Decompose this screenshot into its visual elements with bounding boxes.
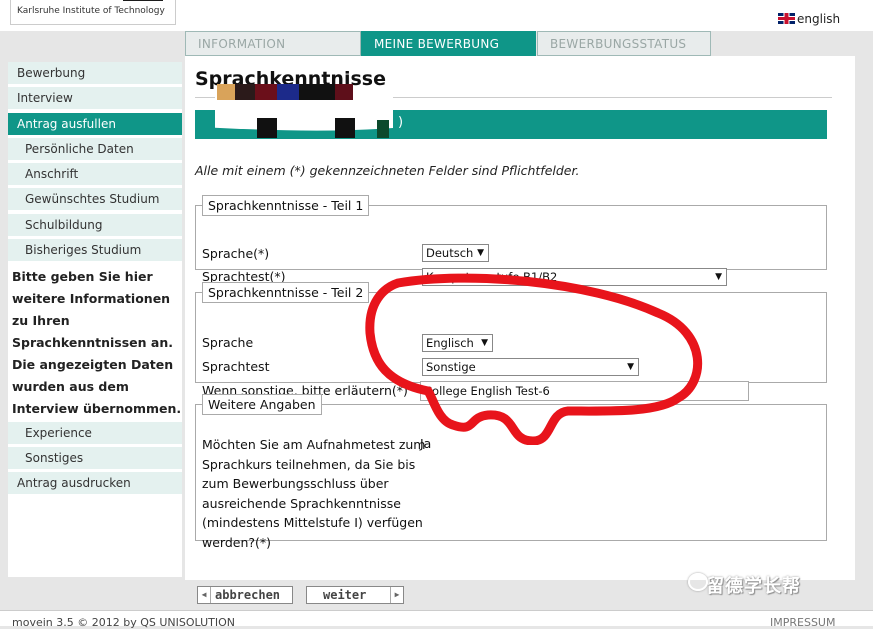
footer: movein 3.5 © 2012 by QS UNISOLUTION IMPR… — [0, 610, 873, 629]
dropdown-arrow-icon: ▼ — [477, 248, 484, 258]
language-label: Sprache(*) — [202, 246, 270, 261]
select-value: Deutsch — [426, 246, 474, 260]
select-value: Sonstige — [426, 360, 476, 374]
triangle-right-icon: ▶ — [390, 587, 403, 603]
impressum-link[interactable]: IMPRESSUM — [770, 616, 835, 629]
dropdown-arrow-icon: ▼ — [481, 338, 488, 348]
tab-information[interactable]: INFORMATION — [185, 31, 361, 56]
sidebar-item-anschrift[interactable]: Anschrift — [8, 163, 182, 185]
sidebar: Bewerbung Interview Antrag ausfullen Per… — [8, 62, 182, 577]
triangle-left-icon: ◀ — [198, 587, 211, 603]
sidebar-item-antrag-ausdrucken[interactable]: Antrag ausdrucken — [8, 472, 182, 494]
cancel-button-label: abbrechen — [215, 588, 281, 602]
progress-bar-text: ) — [398, 115, 404, 130]
language-test-select-2[interactable]: Sonstige ▼ — [422, 358, 639, 376]
footer-copyright: movein 3.5 © 2012 by QS UNISOLUTION — [12, 616, 235, 629]
watermark-text: 留德学长帮 — [706, 576, 801, 597]
required-fields-note: Alle mit einem (*) gekennzeichneten Feld… — [195, 163, 580, 178]
watermark-logo: 留德学长帮 — [688, 572, 801, 598]
logo-mark — [123, 0, 163, 1]
entrance-test-question: Möchten Sie am Aufnahmetest zum Sprachku… — [202, 437, 426, 550]
fieldset-legend: Weitere Angaben — [202, 394, 322, 415]
sidebar-item-gewuenschtes-studium[interactable]: Gewünschtes Studium — [8, 188, 182, 210]
fieldset-sprachkenntnisse-teil-1: Sprachkenntnisse - Teil 1 Sprache(*) Deu… — [195, 195, 827, 286]
fieldset-legend: Sprachkenntnisse - Teil 1 — [202, 195, 370, 216]
redaction-overlay — [215, 84, 393, 138]
sidebar-item-experience[interactable]: Experience — [8, 422, 182, 444]
sidebar-item-schulbildung[interactable]: Schulbildung — [8, 214, 182, 236]
entrance-test-answer[interactable]: Ja — [420, 436, 431, 451]
cancel-button[interactable]: ◀ abbrechen — [197, 586, 293, 604]
top-bar: Karlsruhe Institute of Technology englis… — [0, 0, 873, 31]
tab-meine-bewerbung[interactable]: MEINE BEWERBUNG — [361, 31, 536, 56]
uk-flag-icon — [778, 13, 795, 24]
language-link[interactable]: english — [797, 12, 840, 26]
language-select-2[interactable]: Englisch ▼ — [422, 334, 493, 352]
language-select-1[interactable]: Deutsch ▼ — [422, 244, 489, 262]
wechat-icon — [688, 573, 708, 591]
sidebar-item-persoenliche-daten[interactable]: Persönliche Daten — [8, 138, 182, 160]
language-switch[interactable]: english — [778, 12, 840, 26]
language-label: Sprache — [202, 335, 254, 350]
select-value: Englisch — [426, 336, 474, 350]
next-button[interactable]: weiter ▶ — [306, 586, 404, 604]
dropdown-arrow-icon: ▼ — [627, 362, 634, 372]
fieldset-legend: Sprachkenntnisse - Teil 2 — [202, 282, 370, 303]
sidebar-info-text: Bitte geben Sie hier weitere Information… — [12, 269, 182, 416]
fieldset-weitere-angaben: Weitere Angaben Möchten Sie am Aufnahmet… — [195, 394, 827, 550]
fieldset-sprachkenntnisse-teil-2: Sprachkenntnisse - Teil 2 Sprache Englis… — [195, 282, 827, 401]
sidebar-item-antrag-ausfullen[interactable]: Antrag ausfullen — [8, 113, 182, 135]
sidebar-item-bisheriges-studium[interactable]: Bisheriges Studium — [8, 239, 182, 261]
next-button-label: weiter — [323, 588, 367, 602]
tab-bewerbungsstatus[interactable]: BEWERBUNGSSTATUS — [537, 31, 711, 56]
logo-text: Karlsruhe Institute of Technology — [17, 6, 165, 16]
sidebar-item-interview[interactable]: Interview — [8, 87, 182, 109]
sidebar-item-sonstiges[interactable]: Sonstiges — [8, 447, 182, 469]
sidebar-item-bewerbung[interactable]: Bewerbung — [8, 62, 182, 84]
kit-logo[interactable]: Karlsruhe Institute of Technology — [10, 0, 176, 25]
language-test-label: Sprachtest — [202, 359, 270, 374]
